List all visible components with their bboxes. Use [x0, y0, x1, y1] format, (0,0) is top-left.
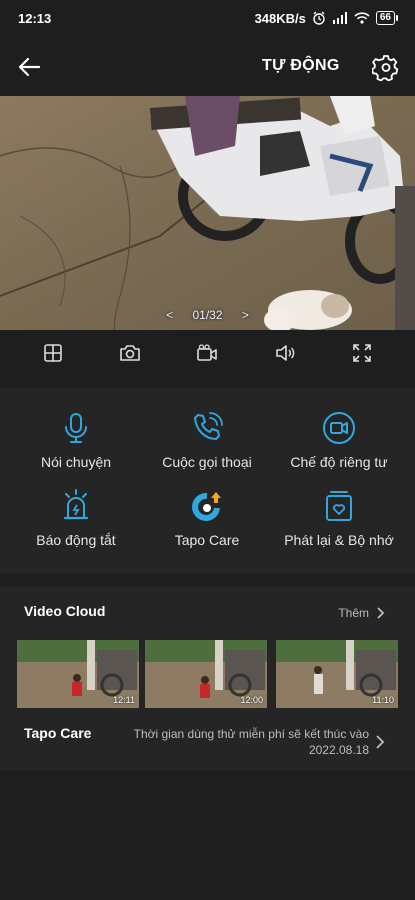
video-record-icon [197, 344, 218, 361]
grid-icon [43, 344, 62, 362]
siren-icon [63, 489, 89, 520]
gear-icon [371, 55, 399, 82]
thumbnail-time: 11:10 [372, 695, 394, 705]
clip-index: 01/32 [192, 308, 223, 322]
alarm-off-button[interactable]: Báo động tắt [7, 488, 145, 548]
trial-info-line1: Thời gian dùng thử miễn phí sẽ kết thúc … [133, 727, 369, 741]
alarm-icon [313, 11, 325, 25]
multi-view-button[interactable] [40, 340, 66, 366]
feature-panel: Nói chuyện Cuộc gọi thoại Chế độ riêng t… [0, 388, 415, 574]
camera-icon [120, 345, 140, 361]
feature-label: Nói chuyện [40, 454, 112, 470]
chevron-right-icon[interactable] [375, 735, 385, 749]
recording-counter: < 01/32 > [0, 308, 415, 322]
cloud-video-thumbnail[interactable]: 12:11 [17, 640, 139, 708]
video-controls [0, 330, 415, 376]
privacy-camera-icon [323, 412, 355, 444]
tapo-care-title: Tapo Care [24, 725, 92, 741]
feature-label: Cuộc gọi thoại [162, 454, 252, 470]
tapo-care-button[interactable]: Tapo Care [138, 488, 276, 548]
video-cloud-panel: Video Cloud Thêm 12:11 12:00 11:10 Tapo … [0, 586, 415, 770]
page-title: TỰ ĐỘNG [262, 57, 340, 74]
thumbnail-time: 12:00 [240, 695, 263, 705]
screenshot-button[interactable] [117, 340, 143, 366]
settings-button[interactable] [371, 53, 400, 82]
fullscreen-button[interactable] [349, 340, 375, 366]
status-time: 12:13 [18, 10, 52, 26]
talk-button[interactable]: Nói chuyện [7, 410, 145, 470]
next-clip-button[interactable]: > [242, 308, 249, 322]
playback-storage-icon [326, 491, 352, 521]
thumbnail-time: 12:11 [113, 695, 135, 705]
feature-label: Phát lại & Bộ nhớ [284, 532, 394, 548]
privacy-mode-button[interactable]: Chế độ riêng tư [270, 410, 408, 470]
video-cloud-title: Video Cloud [24, 603, 106, 619]
feature-label: Báo động tắt [36, 532, 116, 548]
chevron-right-icon [377, 607, 385, 619]
feature-label: Tapo Care [174, 532, 240, 548]
volume-button[interactable] [272, 340, 298, 366]
microphone-icon [65, 413, 87, 443]
cloud-video-thumbnail[interactable]: 11:10 [276, 640, 398, 708]
tapo-care-icon [192, 492, 221, 521]
more-label: Thêm [338, 606, 369, 620]
arrow-left-icon [18, 57, 41, 77]
trial-info-date: 2022.08.18 [308, 743, 369, 757]
wifi-icon [354, 12, 370, 24]
phone-call-icon [194, 412, 223, 440]
camera-feed-image [0, 96, 415, 330]
fullscreen-icon [353, 344, 372, 362]
speaker-icon [276, 345, 295, 361]
status-indicators: 348KB/s 66 [254, 10, 399, 26]
battery-icon: 66 [375, 11, 399, 25]
record-button[interactable] [194, 340, 220, 366]
voice-call-button[interactable]: Cuộc gọi thoại [138, 410, 276, 470]
more-link[interactable]: Thêm [338, 606, 385, 620]
live-video-view[interactable]: < 01/32 > [0, 96, 415, 330]
signal-icon [332, 12, 347, 24]
playback-storage-button[interactable]: Phát lại & Bộ nhớ [270, 488, 408, 548]
network-speed: 348KB/s [254, 10, 306, 26]
feature-label: Chế độ riêng tư [290, 454, 388, 470]
trial-info[interactable]: Thời gian dùng thử miễn phí sẽ kết thúc … [134, 726, 369, 758]
status-bar: 12:13 348KB/s 66 [0, 0, 415, 36]
previous-clip-button[interactable]: < [166, 308, 173, 322]
back-button[interactable] [16, 53, 44, 81]
app-header: TỰ ĐỘNG [0, 40, 415, 94]
cloud-video-thumbnail[interactable]: 12:00 [145, 640, 267, 708]
